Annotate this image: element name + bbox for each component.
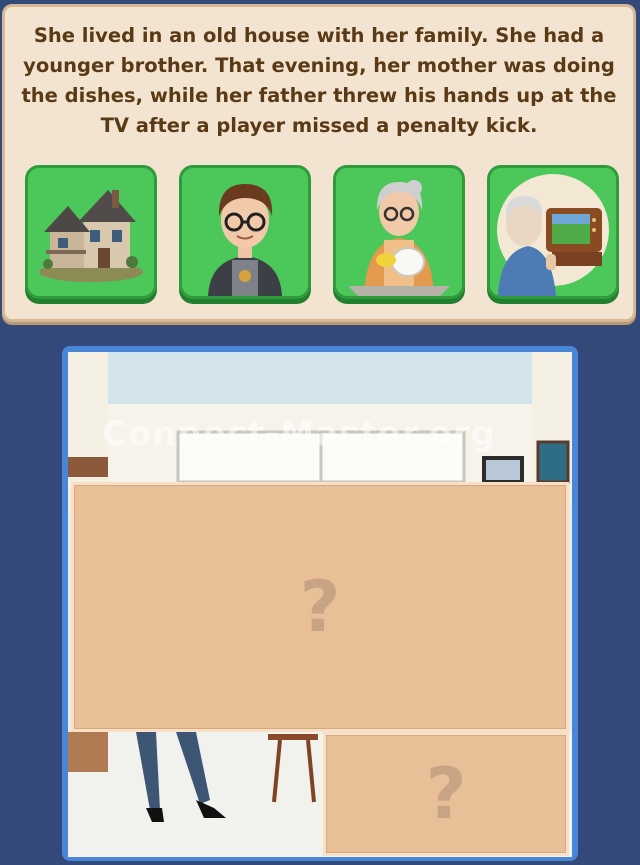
hidden-panel-large[interactable]: ? <box>71 482 569 732</box>
clue-tile-house[interactable] <box>25 165 157 299</box>
father-watching-tv-icon <box>497 174 609 296</box>
watermark: Connect-Master.org <box>102 414 496 454</box>
scene-image: Connect-Master.org ? ? <box>68 352 572 857</box>
puzzle-board: Connect-Master.org ? ? <box>62 346 578 861</box>
younger-brother-icon <box>208 184 282 296</box>
mother-doing-dishes-icon <box>348 180 450 296</box>
question-mark-icon: ? <box>299 566 341 648</box>
story-text: She lived in an old house with her famil… <box>21 24 617 137</box>
story-card: She lived in an old house with her famil… <box>2 4 636 322</box>
clue-tiles <box>25 165 625 307</box>
old-house-icon <box>39 190 143 282</box>
clue-tile-brother[interactable] <box>179 165 311 299</box>
clue-tile-mother[interactable] <box>333 165 465 299</box>
hidden-panel-small[interactable]: ? <box>323 732 569 856</box>
clue-tile-father[interactable] <box>487 165 619 299</box>
question-mark-icon: ? <box>425 753 467 835</box>
